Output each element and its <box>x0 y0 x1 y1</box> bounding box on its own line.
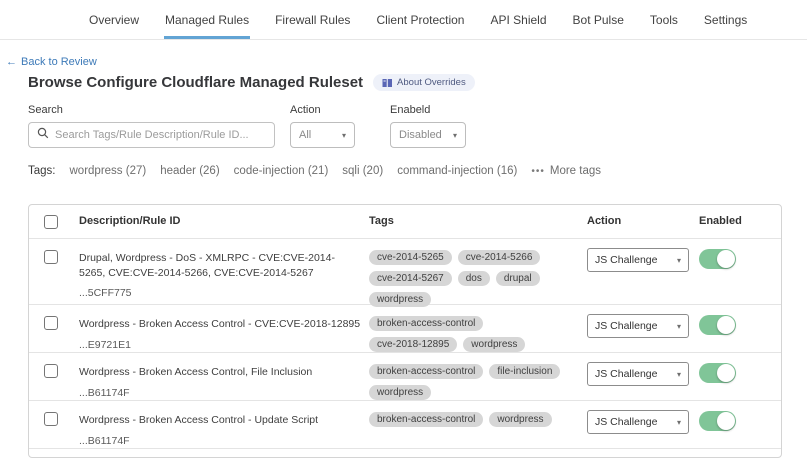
toggle-knob <box>717 364 735 382</box>
rule-tag: cve-2018-12895 <box>369 337 457 352</box>
rule-tag: wordpress <box>463 337 525 352</box>
rule-tag: drupal <box>496 271 540 286</box>
tab-managed-rules[interactable]: Managed Rules <box>164 0 250 39</box>
action-select[interactable]: JS Challenge ▾ <box>587 314 689 338</box>
tag-filter-header[interactable]: header (26) <box>160 165 219 177</box>
tab-overview[interactable]: Overview <box>88 0 140 39</box>
select-all-checkbox[interactable] <box>44 215 58 229</box>
chevron-down-icon: ▾ <box>677 322 681 331</box>
enabled-filter-value: Disabled <box>399 129 442 141</box>
row-checkbox[interactable] <box>44 364 58 378</box>
header-enabled: Enabled <box>699 205 781 238</box>
rule-id: ...B61174F <box>79 435 361 447</box>
book-icon <box>382 78 393 88</box>
action-select-value: JS Challenge <box>595 320 657 332</box>
about-overrides-label: About Overrides <box>397 77 466 88</box>
rule-tag: broken-access-control <box>369 412 483 427</box>
enabled-toggle[interactable] <box>699 315 736 335</box>
tag-filter-command-injection[interactable]: command-injection (16) <box>397 165 517 177</box>
tab-firewall-rules[interactable]: Firewall Rules <box>274 0 351 39</box>
header-description: Description/Rule ID <box>79 205 369 238</box>
table-row: Drupal, Wordpress - DoS - XMLRPC - CVE:C… <box>29 238 781 304</box>
rule-tag: broken-access-control <box>369 364 483 379</box>
action-select[interactable]: JS Challenge ▾ <box>587 248 689 272</box>
table-row: Wordpress - Broken Access Control - CVE:… <box>29 304 781 352</box>
action-filter-value: All <box>299 129 311 141</box>
about-overrides-badge[interactable]: About Overrides <box>373 74 475 91</box>
action-filter-label: Action <box>290 104 355 116</box>
toggle-knob <box>717 412 735 430</box>
page-title: Browse Configure Cloudflare Managed Rule… <box>28 74 363 91</box>
rule-tag: wordpress <box>489 412 551 427</box>
rule-tag: cve-2014-5265 <box>369 250 452 265</box>
rule-id: ...B61174F <box>79 387 361 399</box>
tags-bar-label: Tags: <box>28 165 56 177</box>
search-box[interactable] <box>28 122 275 148</box>
chevron-down-icon: ▾ <box>677 418 681 427</box>
table-header-row: Description/Rule ID Tags Action Enabled <box>29 205 781 238</box>
tab-api-shield[interactable]: API Shield <box>489 0 547 39</box>
rules-table: Description/Rule ID Tags Action Enabled … <box>28 204 782 458</box>
back-link-label: Back to Review <box>21 56 97 68</box>
tab-client-protection[interactable]: Client Protection <box>375 0 465 39</box>
action-select-value: JS Challenge <box>595 368 657 380</box>
rule-id: ...5CFF775 <box>79 287 361 299</box>
rule-tag: cve-2014-5266 <box>458 250 541 265</box>
tag-filter-code-injection[interactable]: code-injection (21) <box>234 165 329 177</box>
action-select[interactable]: JS Challenge ▾ <box>587 362 689 386</box>
more-tags-label: More tags <box>550 165 601 177</box>
tags-bar: Tags: wordpress (27) header (26) code-in… <box>28 165 782 177</box>
header-action: Action <box>587 205 699 238</box>
tab-tools[interactable]: Tools <box>649 0 679 39</box>
rule-tag: cve-2014-5267 <box>369 271 452 286</box>
rule-description: Drupal, Wordpress - DoS - XMLRPC - CVE:C… <box>79 251 361 280</box>
table-row: Wordpress - Broken Access Control, File … <box>29 352 781 400</box>
rule-tag: dos <box>458 271 490 286</box>
rule-description: Wordpress - Broken Access Control - CVE:… <box>79 317 361 332</box>
action-filter-select[interactable]: All ▾ <box>290 122 355 148</box>
enabled-toggle[interactable] <box>699 249 736 269</box>
chevron-down-icon: ▾ <box>453 131 457 140</box>
enabled-toggle[interactable] <box>699 363 736 383</box>
rule-id: ...E9721E1 <box>79 339 361 351</box>
toggle-knob <box>717 316 735 334</box>
tab-bot-pulse[interactable]: Bot Pulse <box>572 0 625 39</box>
rule-description: Wordpress - Broken Access Control - Upda… <box>79 413 361 428</box>
header-tags: Tags <box>369 205 587 238</box>
chevron-down-icon: ▾ <box>342 131 346 140</box>
tag-filter-sqli[interactable]: sqli (20) <box>342 165 383 177</box>
table-row: Wordpress - Broken Access Control - Upda… <box>29 400 781 448</box>
tab-settings[interactable]: Settings <box>703 0 748 39</box>
row-checkbox[interactable] <box>44 250 58 264</box>
toggle-knob <box>717 250 735 268</box>
enabled-filter-label: Enabeld <box>390 104 466 116</box>
chevron-down-icon: ▾ <box>677 256 681 265</box>
enabled-filter-select[interactable]: Disabled ▾ <box>390 122 466 148</box>
search-input[interactable] <box>55 129 266 141</box>
row-checkbox[interactable] <box>44 412 58 426</box>
table-row-partial <box>29 448 781 457</box>
rule-tag: wordpress <box>369 385 431 400</box>
top-nav: Overview Managed Rules Firewall Rules Cl… <box>0 0 807 40</box>
row-checkbox[interactable] <box>44 316 58 330</box>
rule-tag: broken-access-control <box>369 316 483 331</box>
search-icon <box>37 126 55 144</box>
action-select[interactable]: JS Challenge ▾ <box>587 410 689 434</box>
rule-tag: file-inclusion <box>489 364 560 379</box>
back-to-review-link[interactable]: ← Back to Review <box>6 56 97 68</box>
search-label: Search <box>28 104 275 116</box>
ellipsis-icon: ••• <box>531 166 545 177</box>
more-tags-link[interactable]: ••• More tags <box>531 165 601 177</box>
action-select-value: JS Challenge <box>595 416 657 428</box>
rule-description: Wordpress - Broken Access Control, File … <box>79 365 361 380</box>
enabled-toggle[interactable] <box>699 411 736 431</box>
action-select-value: JS Challenge <box>595 254 657 266</box>
back-arrow-icon: ← <box>6 56 17 68</box>
chevron-down-icon: ▾ <box>677 370 681 379</box>
tag-filter-wordpress[interactable]: wordpress (27) <box>70 165 147 177</box>
